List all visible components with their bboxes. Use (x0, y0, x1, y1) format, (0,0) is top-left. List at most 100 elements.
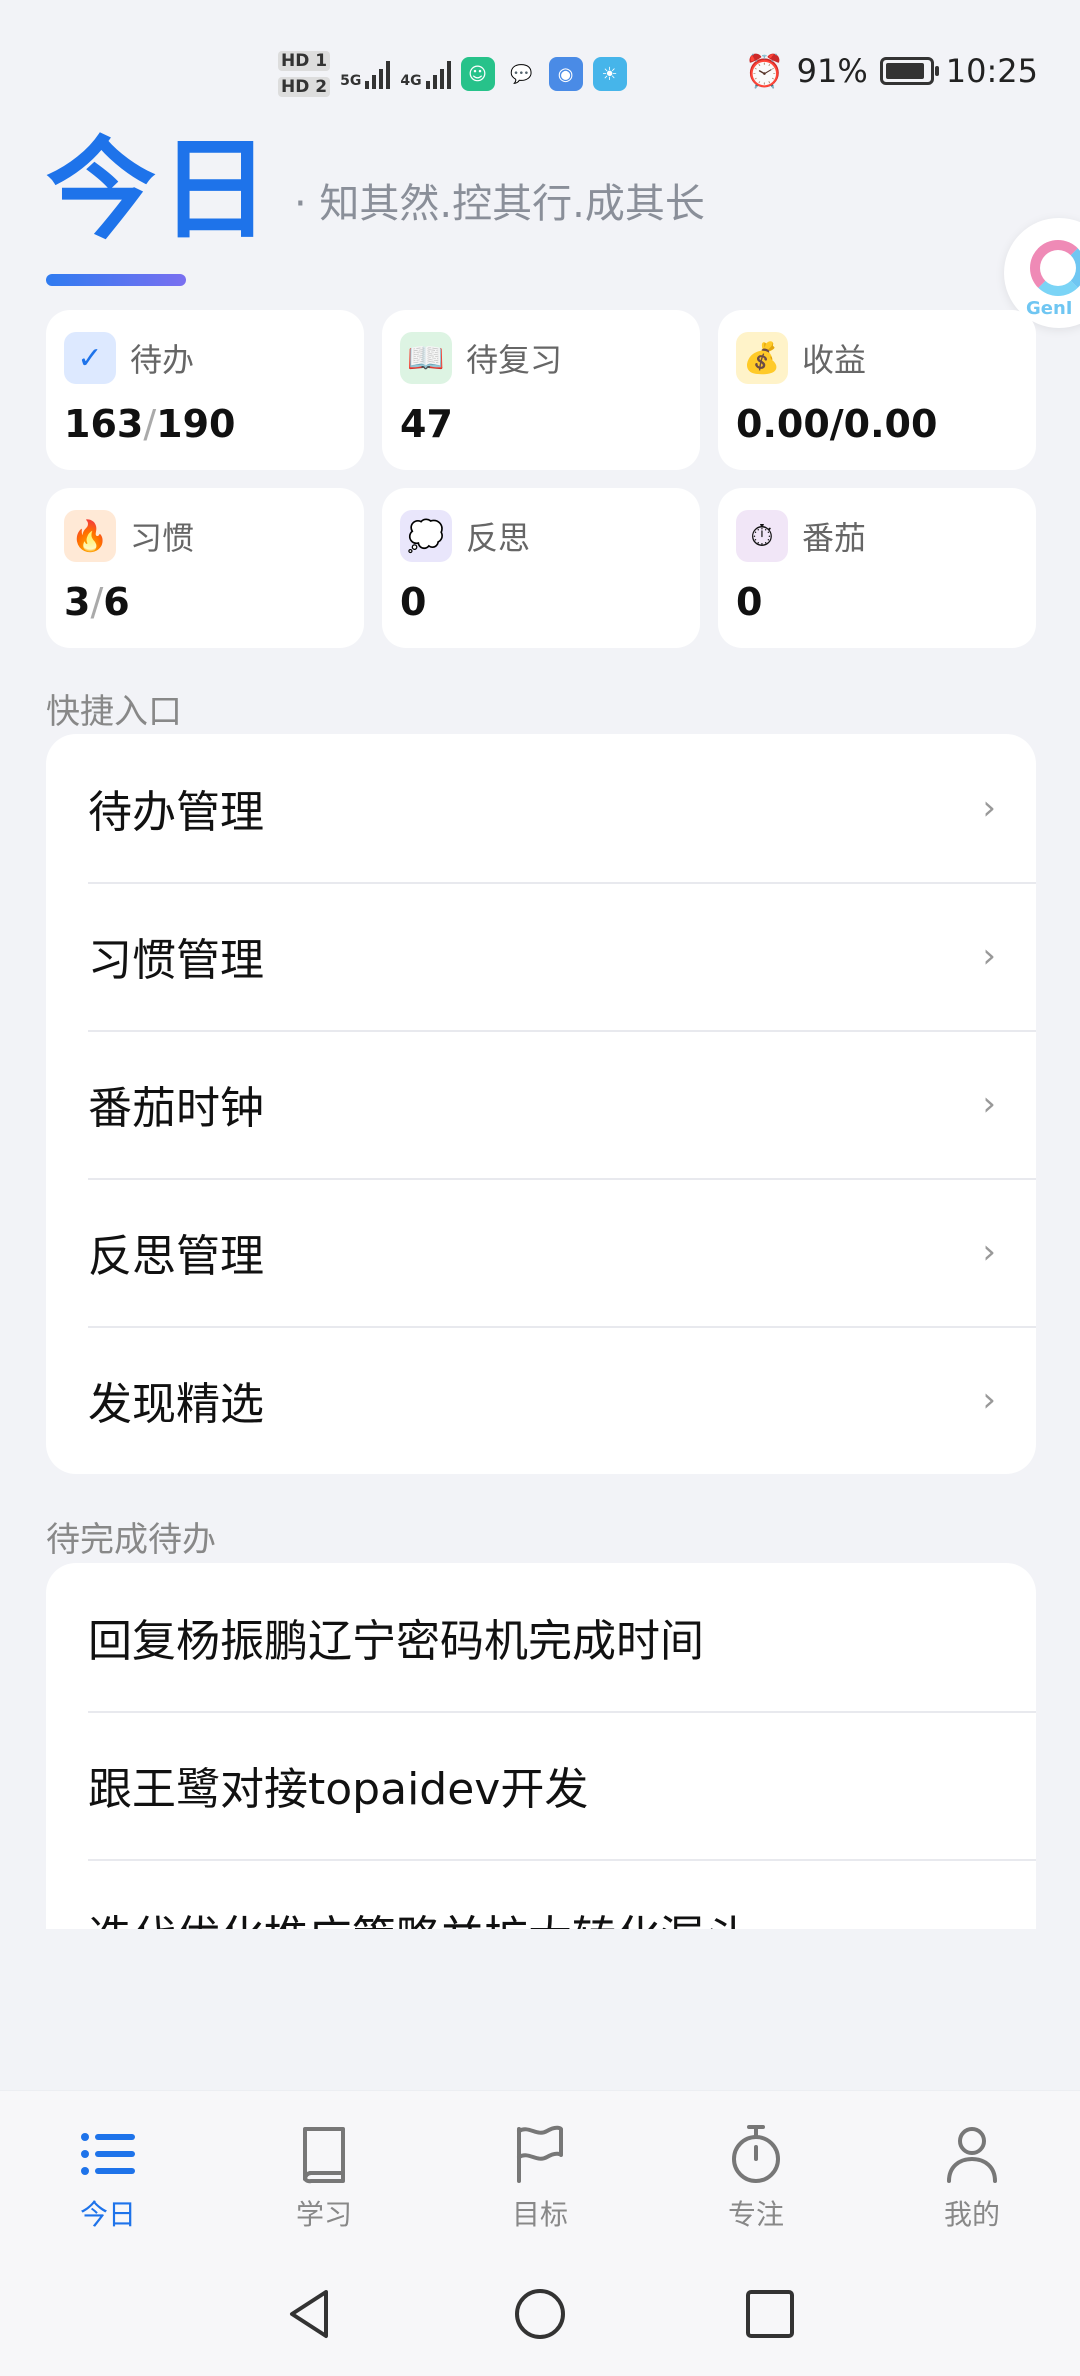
tab-profile[interactable]: 我的 (864, 2091, 1080, 2246)
stat-value-primary: 47 (400, 402, 453, 446)
chevron-right-icon: › (982, 1232, 996, 1272)
system-navigation-bar (0, 2246, 1080, 2376)
tab-label: 今日 (79, 2198, 136, 2231)
todo-item[interactable]: 跟王鹭对接topaidev开发 (46, 1711, 1036, 1859)
stat-value-primary: 0 (400, 580, 427, 624)
stat-value: 0.00/0.00 (736, 402, 1018, 446)
stat-value: 3/6 (64, 580, 346, 624)
todo-item[interactable]: 迭代优化推广策略并扩大转化漏斗 (46, 1859, 1036, 1929)
chat-icon: 💬 (510, 63, 533, 85)
flag-icon (517, 2125, 563, 2183)
weather-icon: ☀ (592, 57, 627, 91)
page-title: 今日 (46, 126, 274, 254)
status-bar: HD 1 HD 2 5G 4G ☺ 💬 ◉ ☀ ⏰ 91% 10:25 (0, 0, 1080, 140)
stats-grid: ✓ 待办 163/190 📖 待复习 47 💰 收益 0.00/0.00 🔥 习… (46, 310, 1036, 648)
list-item-label: 待办管理 (88, 787, 264, 838)
bottom-tab-bar: 今日 学习 目标 专注 我的 (0, 2090, 1080, 2246)
list-item-label: 番茄时钟 (88, 1083, 264, 1134)
alarm-icon: ⏰ (744, 52, 785, 90)
stat-value-secondary: 6 (103, 580, 130, 624)
quick-entry-discover[interactable]: 发现精选 › (46, 1326, 1036, 1474)
network-4g: 4G (400, 59, 451, 89)
book-icon (303, 2127, 345, 2184)
assistant-logo-icon (1030, 240, 1080, 296)
pending-todos-list: 回复杨振鹏辽宁密码机完成时间 跟王鹭对接topaidev开发 迭代优化推广策略并… (46, 1563, 1036, 1929)
status-right: ⏰ 91% 10:25 (745, 52, 1038, 90)
home-icon[interactable] (512, 2286, 568, 2342)
status-left: HD 1 HD 2 5G 4G ☺ 💬 ◉ ☀ (278, 44, 627, 104)
signal-icon (425, 59, 451, 89)
signal-icon (365, 59, 391, 89)
stat-card-pomodoro[interactable]: ⏱ 番茄 0 (718, 488, 1036, 648)
quick-entry-reflection-manage[interactable]: 反思管理 › (46, 1178, 1036, 1326)
fire-icon: 🔥 (64, 510, 116, 562)
list-item-label: 发现精选 (88, 1379, 264, 1430)
stat-value-primary: 163 (64, 402, 144, 446)
stat-label: 番茄 (802, 519, 867, 557)
stat-label: 待复习 (466, 341, 563, 379)
list-icon (81, 2133, 135, 2175)
stat-value-primary: 0.00/0.00 (736, 402, 938, 446)
tab-goal[interactable]: 目标 (432, 2091, 648, 2246)
sim2-indicator: HD 2 (278, 77, 331, 97)
stat-label: 反思 (466, 519, 531, 557)
page-header: 今日 · 知其然.控其行.成其长 (46, 135, 705, 245)
quick-entry-todo-manage[interactable]: 待办管理 › (46, 734, 1036, 882)
stat-value-separator: / (90, 580, 104, 624)
stat-value: 0 (400, 580, 682, 624)
tab-label: 我的 (943, 2198, 1000, 2231)
stat-card-reflection[interactable]: 💭 反思 0 (382, 488, 700, 648)
tab-label: 目标 (511, 2198, 568, 2231)
todo-label: 回复杨振鹏辽宁密码机完成时间 (88, 1616, 704, 1667)
chevron-right-icon: › (982, 936, 996, 976)
person-icon (947, 2127, 997, 2183)
clock: 10:25 (945, 52, 1038, 90)
thought-bubble-icon: 💭 (400, 510, 452, 562)
network-4g-label: 4G (400, 73, 422, 89)
timer-icon: ⏱ (736, 510, 788, 562)
stat-value: 0 (736, 580, 1018, 624)
sim1-indicator: HD 1 (278, 51, 331, 71)
list-item-label: 反思管理 (88, 1231, 264, 1282)
back-icon[interactable] (282, 2286, 338, 2342)
tab-focus[interactable]: 专注 (648, 2091, 864, 2246)
check-icon: ✓ (64, 332, 116, 384)
money-bag-icon: 💰 (736, 332, 788, 384)
stat-label: 习惯 (130, 519, 195, 557)
stat-label: 待办 (130, 341, 195, 379)
tab-today[interactable]: 今日 (0, 2091, 216, 2246)
battery-percent: 91% (796, 52, 868, 90)
quick-entry-title: 快捷入口 (46, 692, 182, 732)
quick-entry-habit-manage[interactable]: 习惯管理 › (46, 882, 1036, 1030)
network-5g: 5G (340, 59, 391, 89)
stat-value-primary: 0 (736, 580, 763, 624)
chevron-right-icon: › (982, 1380, 996, 1420)
list-item-label: 习惯管理 (88, 935, 264, 986)
battery-fill (885, 63, 924, 79)
quick-entry-pomodoro[interactable]: 番茄时钟 › (46, 1030, 1036, 1178)
todo-item[interactable]: 回复杨振鹏辽宁密码机完成时间 (46, 1563, 1036, 1711)
notification-app-icon: ◉ (548, 57, 583, 91)
title-underline (46, 274, 186, 286)
stat-value: 163/190 (64, 402, 346, 446)
stat-card-habit[interactable]: 🔥 习惯 3/6 (46, 488, 364, 648)
tab-study[interactable]: 学习 (216, 2091, 432, 2246)
stat-value-secondary: 190 (156, 402, 236, 446)
recents-icon[interactable] (742, 2286, 798, 2342)
stat-card-review[interactable]: 📖 待复习 47 (382, 310, 700, 470)
stopwatch-icon (732, 2125, 780, 2183)
todo-label: 跟王鹭对接topaidev开发 (88, 1764, 589, 1815)
stat-card-income[interactable]: 💰 收益 0.00/0.00 (718, 310, 1036, 470)
pending-todos-title: 待完成待办 (46, 1520, 216, 1560)
notification-app-icon: ☺ (460, 57, 495, 91)
stat-card-todo[interactable]: ✓ 待办 163/190 (46, 310, 364, 470)
todo-label: 迭代优化推广策略并扩大转化漏斗 (88, 1901, 748, 1929)
tab-label: 专注 (727, 2198, 784, 2231)
stat-label: 收益 (802, 341, 867, 379)
tab-label: 学习 (295, 2198, 352, 2231)
chevron-right-icon: › (982, 1084, 996, 1124)
stat-value-separator: / (143, 402, 157, 446)
page-slogan: · 知其然.控其行.成其长 (294, 181, 705, 227)
quick-entry-list: 待办管理 › 习惯管理 › 番茄时钟 › 反思管理 › 发现精选 › (46, 734, 1036, 1474)
battery-icon (879, 57, 939, 85)
